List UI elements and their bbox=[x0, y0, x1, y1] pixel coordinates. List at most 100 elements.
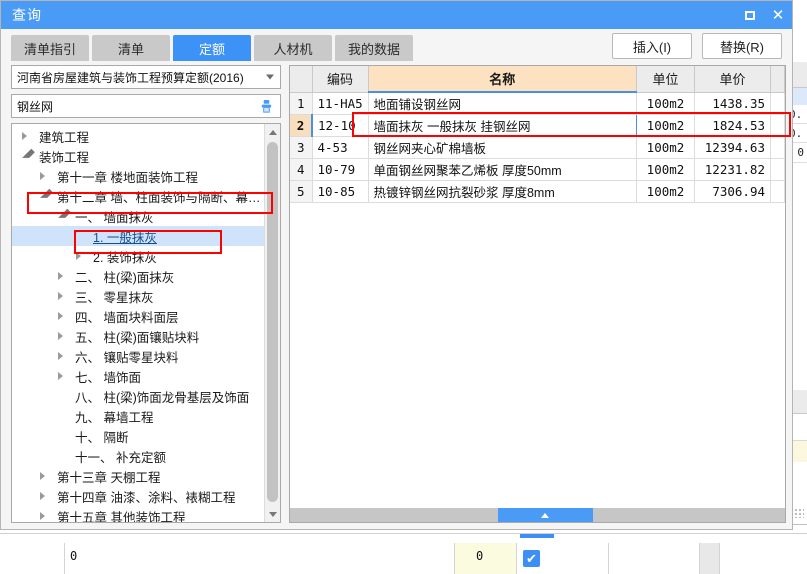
chevron-right-icon[interactable] bbox=[22, 132, 35, 140]
chevron-down-icon[interactable] bbox=[22, 148, 35, 161]
action-buttons: 插入(I) 替换(R) bbox=[612, 33, 782, 59]
chevron-down-icon[interactable] bbox=[40, 188, 53, 201]
tree-item[interactable]: 第十二章 墙、柱面装饰与隔断、幕… bbox=[12, 186, 264, 206]
library-select[interactable]: 河南省房屋建筑与装饰工程预算定额(2016) bbox=[11, 65, 281, 89]
scroll-up-icon[interactable] bbox=[265, 124, 280, 140]
chevron-right-icon[interactable] bbox=[58, 372, 71, 380]
cell-price: 12231.82 bbox=[695, 158, 771, 180]
replace-button[interactable]: 替换(R) bbox=[702, 33, 782, 59]
maximize-button[interactable] bbox=[736, 1, 764, 29]
cell-code: 10-85 bbox=[312, 180, 368, 202]
tree-item[interactable]: 八、 柱(梁)饰面龙骨基层及饰面 bbox=[12, 386, 264, 406]
tab-qingdan-zhiyin[interactable]: 清单指引 bbox=[11, 35, 89, 61]
tree-scrollbar-thumb[interactable] bbox=[267, 142, 278, 502]
table-row[interactable]: 34-53钢丝网夹心矿棉墙板100m212394.63 bbox=[290, 136, 785, 158]
table-row[interactable]: 510-85热镀锌钢丝网抗裂砂浆 厚度8mm100m27306.94 bbox=[290, 180, 785, 202]
chevron-right-icon[interactable] bbox=[58, 312, 71, 320]
title-bar: 查询 ✕ bbox=[1, 1, 792, 29]
chevron-right-icon[interactable] bbox=[40, 492, 53, 500]
cell-spacer bbox=[771, 180, 785, 202]
tree-item[interactable]: 2. 装饰抹灰 bbox=[12, 246, 264, 266]
tree-item[interactable]: 第十四章 油漆、涂料、裱糊工程 bbox=[12, 486, 264, 506]
tab-qingdan[interactable]: 清单 bbox=[92, 35, 170, 61]
tree-item[interactable]: 第十五章 其他装饰工程 bbox=[12, 506, 264, 522]
chevron-right-icon[interactable] bbox=[40, 172, 53, 180]
chevron-right-icon[interactable] bbox=[58, 352, 71, 360]
background-resize-grip bbox=[795, 509, 804, 518]
cell-spacer bbox=[771, 136, 785, 158]
background-bottom-accent bbox=[520, 534, 554, 538]
chevron-right-icon[interactable] bbox=[58, 292, 71, 300]
cell-price: 7306.94 bbox=[695, 180, 771, 202]
tree-item-label: 第十一章 楼地面装饰工程 bbox=[57, 167, 198, 186]
table-row[interactable]: 410-79单面钢丝网聚苯乙烯板 厚度50mm100m212231.82 bbox=[290, 158, 785, 180]
search-box[interactable] bbox=[11, 94, 281, 118]
tab-wodeshuju[interactable]: 我的数据 bbox=[335, 35, 413, 61]
classification-tree[interactable]: 建筑工程装饰工程第十一章 楼地面装饰工程第十二章 墙、柱面装饰与隔断、幕…一、 … bbox=[11, 123, 281, 523]
left-panel: 河南省房屋建筑与装饰工程预算定额(2016) 建筑工程装饰工程第十一章 楼地面装… bbox=[1, 61, 287, 529]
cell-name: 钢丝网夹心矿棉墙板 bbox=[368, 136, 637, 158]
cell-unit: 100m2 bbox=[637, 114, 695, 136]
grid-splitter-handle[interactable] bbox=[498, 508, 593, 522]
maximize-icon bbox=[745, 11, 755, 20]
tree-item[interactable]: 六、 镶贴零星块料 bbox=[12, 346, 264, 366]
tree-item-label: 十、 隔断 bbox=[75, 427, 128, 446]
background-bottom-value-left: 0 bbox=[70, 549, 77, 563]
tree-item[interactable]: 十、 隔断 bbox=[12, 426, 264, 446]
grid-header-price[interactable]: 单价 bbox=[695, 66, 771, 92]
chevron-right-icon[interactable] bbox=[58, 332, 71, 340]
tree-item[interactable]: 一、 墙面抹灰 bbox=[12, 206, 264, 226]
cell-unit: 100m2 bbox=[637, 180, 695, 202]
chevron-right-icon[interactable] bbox=[40, 472, 53, 480]
grid-header-name[interactable]: 名称 bbox=[368, 66, 637, 92]
tree-item[interactable]: 十一、 补充定额 bbox=[12, 446, 264, 466]
tree-item[interactable]: 建筑工程 bbox=[12, 126, 264, 146]
tree-item[interactable]: 九、 幕墙工程 bbox=[12, 406, 264, 426]
background-bottom-checkbox[interactable]: ✔ bbox=[523, 550, 540, 567]
tree-item[interactable]: 第十一章 楼地面装饰工程 bbox=[12, 166, 264, 186]
brush-icon[interactable] bbox=[259, 99, 274, 119]
results-grid: 编码 名称 单位 单价 111-HA5地面铺设钢丝网100m21438.3521… bbox=[290, 66, 785, 203]
grid-header-unit[interactable]: 单位 bbox=[637, 66, 695, 92]
cell-name: 墙面抹灰 一般抹灰 挂钢丝网 bbox=[368, 114, 637, 136]
chevron-right-icon[interactable] bbox=[58, 272, 71, 280]
tree-item-label: 二、 柱(梁)面抹灰 bbox=[75, 267, 174, 286]
chevron-down-icon[interactable] bbox=[58, 208, 71, 221]
tree-item-label: 七、 墙饰面 bbox=[75, 367, 141, 386]
chevron-right-icon[interactable] bbox=[76, 252, 89, 260]
tree-item[interactable]: 二、 柱(梁)面抹灰 bbox=[12, 266, 264, 286]
chevron-right-icon[interactable] bbox=[40, 512, 53, 520]
tree-item[interactable]: 第十三章 天棚工程 bbox=[12, 466, 264, 486]
tree-item[interactable]: 三、 零星抹灰 bbox=[12, 286, 264, 306]
table-row[interactable]: 111-HA5地面铺设钢丝网100m21438.35 bbox=[290, 92, 785, 114]
tree-item-label: 第十三章 天棚工程 bbox=[57, 467, 160, 486]
search-input[interactable] bbox=[17, 99, 247, 113]
cell-spacer bbox=[771, 114, 785, 136]
row-index: 4 bbox=[290, 158, 312, 180]
background-bottom-cell-1 bbox=[0, 543, 65, 574]
cell-spacer bbox=[771, 92, 785, 114]
tab-rencaiji[interactable]: 人材机 bbox=[254, 35, 332, 61]
tree-item[interactable]: 五、 柱(梁)面镶贴块料 bbox=[12, 326, 264, 346]
close-icon: ✕ bbox=[772, 8, 785, 23]
cell-price: 1824.53 bbox=[695, 114, 771, 136]
tree-item[interactable]: 装饰工程 bbox=[12, 146, 264, 166]
background-bottom-yellow-cell bbox=[455, 543, 517, 574]
scroll-down-icon[interactable] bbox=[265, 506, 280, 522]
cell-code: 4-53 bbox=[312, 136, 368, 158]
insert-button[interactable]: 插入(I) bbox=[612, 33, 692, 59]
grid-horizontal-scrollbar[interactable] bbox=[290, 508, 785, 522]
tab-dinge[interactable]: 定额 bbox=[173, 35, 251, 61]
grid-header-code[interactable]: 编码 bbox=[312, 66, 368, 92]
tree-scrollbar[interactable] bbox=[264, 124, 280, 522]
cell-unit: 100m2 bbox=[637, 92, 695, 114]
tree-item-label: 八、 柱(梁)饰面龙骨基层及饰面 bbox=[75, 387, 249, 406]
window-title: 查询 bbox=[12, 5, 42, 25]
tree-body: 建筑工程装饰工程第十一章 楼地面装饰工程第十二章 墙、柱面装饰与隔断、幕…一、 … bbox=[12, 124, 264, 522]
tree-item[interactable]: 七、 墙饰面 bbox=[12, 366, 264, 386]
close-button[interactable]: ✕ bbox=[764, 1, 792, 29]
tree-item[interactable]: 四、 墙面块料面层 bbox=[12, 306, 264, 326]
tree-item[interactable]: 1. 一般抹灰 bbox=[12, 226, 264, 246]
cell-unit: 100m2 bbox=[637, 136, 695, 158]
table-row[interactable]: 212-10墙面抹灰 一般抹灰 挂钢丝网100m21824.53 bbox=[290, 114, 785, 136]
